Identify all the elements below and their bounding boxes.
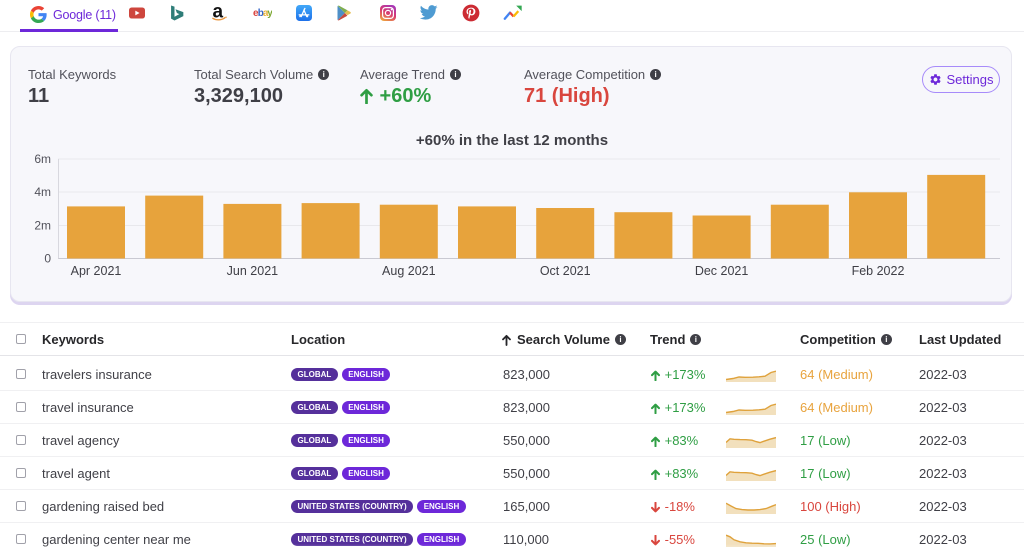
svg-text:Apr 2021: Apr 2021 (71, 264, 122, 278)
svg-text:y: y (267, 8, 272, 18)
svg-text:Feb 2022: Feb 2022 (852, 264, 905, 278)
svg-text:0: 0 (44, 252, 51, 266)
svg-text:4m: 4m (34, 185, 51, 199)
svg-text:Jun 2021: Jun 2021 (227, 264, 278, 278)
svg-text:Dec 2021: Dec 2021 (695, 264, 749, 278)
svg-text:2m: 2m (34, 219, 51, 233)
svg-text:Oct 2021: Oct 2021 (540, 264, 591, 278)
svg-text:6m: 6m (34, 152, 51, 166)
svg-text:Aug 2021: Aug 2021 (382, 264, 436, 278)
